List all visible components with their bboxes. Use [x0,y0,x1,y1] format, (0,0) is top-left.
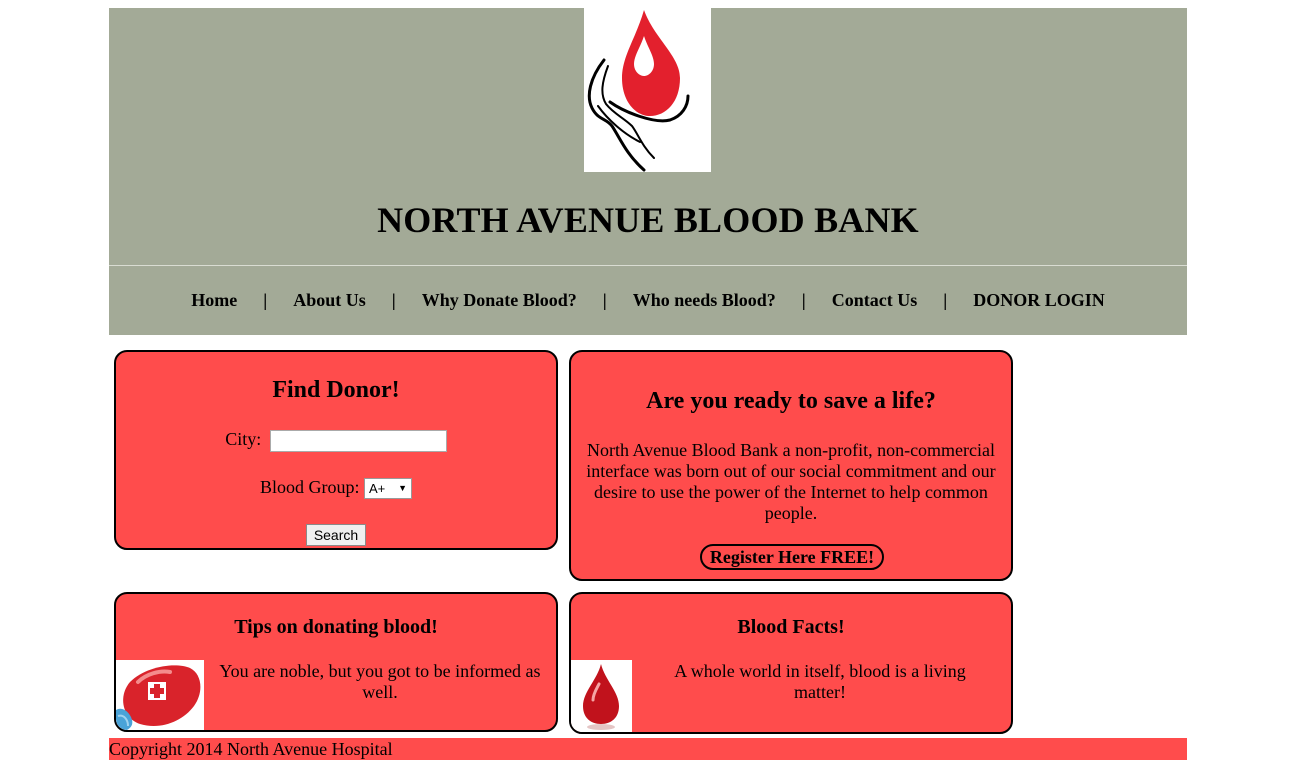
blood-group-label: Blood Group: [259,477,360,497]
nav-separator: | [263,290,268,310]
blood-group-row: Blood Group: A+ ▼ [116,477,556,500]
nav-separator: | [391,290,396,310]
page-title: NORTH AVENUE BLOOD BANK [377,200,919,240]
save-life-panel: Are you ready to save a life? North Aven… [569,350,1013,581]
blood-group-select[interactable]: A+ ▼ [364,478,412,500]
tips-text: You are noble, but you got to be informe… [219,661,541,702]
facts-panel: Blood Facts! A whole world in itself, bl… [569,592,1013,734]
search-button[interactable]: Search [305,524,367,546]
city-label: City: [225,429,262,449]
save-life-text: North Avenue Blood Bank a non-profit, no… [586,440,996,523]
dropdown-arrow-icon: ▼ [398,483,407,494]
find-donor-panel: Find Donor! City: Blood Group: A+ ▼ Sear… [114,350,558,550]
find-donor-heading: Find Donor! [272,377,400,403]
facts-heading: Blood Facts! [737,616,845,638]
city-row: City: [116,429,556,452]
footer: Copyright 2014 North Avenue Hospital [109,738,1187,760]
blood-group-value: A+ [369,481,386,497]
nav-why-donate[interactable]: Why Donate Blood? [422,290,577,311]
site-header: NORTH AVENUE BLOOD BANK [109,8,1187,265]
nav-donor-login[interactable]: DONOR LOGIN [973,290,1105,311]
nav-home[interactable]: Home [191,290,237,311]
blood-bag-icon [116,660,204,730]
tips-panel: Tips on donating blood! You are noble, b… [114,592,558,732]
nav-who-needs[interactable]: Who needs Blood? [633,290,776,311]
search-row: Search [116,524,556,546]
blood-drop-hand-icon [584,8,711,172]
nav-separator: | [943,290,948,310]
nav-separator: | [801,290,806,310]
nav-separator: | [602,290,607,310]
facts-text: A whole world in itself, blood is a livi… [674,661,966,702]
main-nav: Home | About Us | Why Donate Blood? | Wh… [109,266,1187,335]
nav-contact-us[interactable]: Contact Us [832,290,918,311]
tips-heading: Tips on donating blood! [234,616,438,638]
city-input[interactable] [269,429,447,452]
blood-drop-icon [571,660,632,732]
nav-about-us[interactable]: About Us [293,290,366,311]
register-button[interactable]: Register Here FREE! [700,544,884,570]
save-life-heading: Are you ready to save a life? [646,388,936,414]
copyright-text: Copyright 2014 North Avenue Hospital [109,739,393,759]
